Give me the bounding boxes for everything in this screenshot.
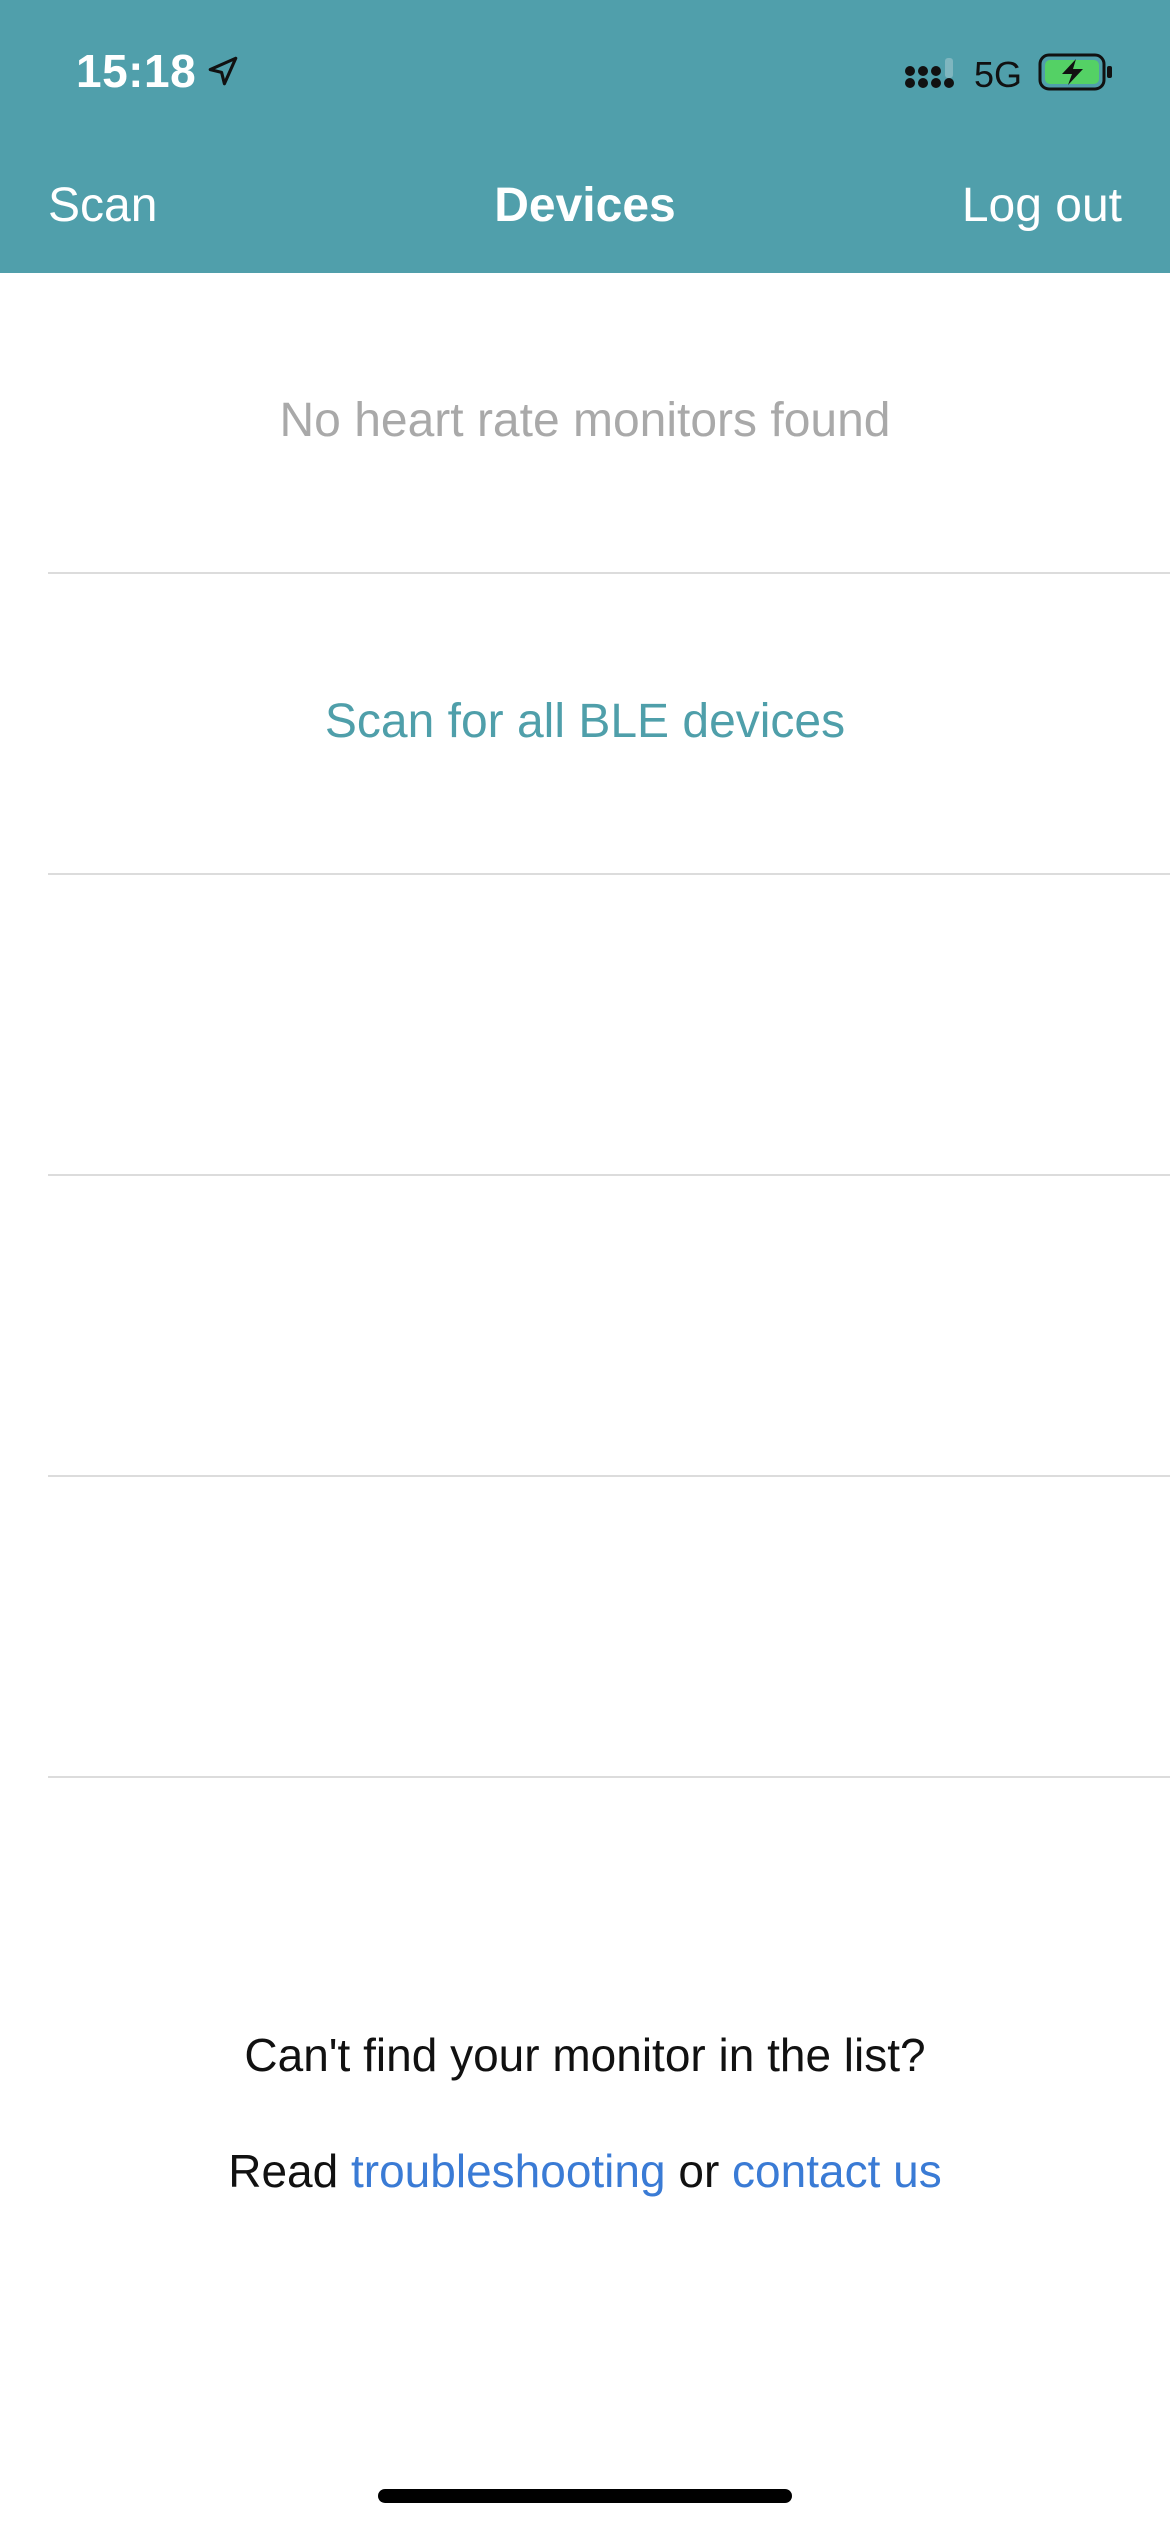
list-item: No heart rate monitors found: [48, 273, 1170, 574]
contact-us-link[interactable]: contact us: [732, 2145, 942, 2197]
status-time: 15:18: [76, 44, 240, 98]
list-item: [48, 1176, 1170, 1477]
or-text: or: [678, 2145, 720, 2197]
scan-all-ble-button[interactable]: Scan for all BLE devices: [0, 694, 1170, 749]
location-arrow-icon: [206, 54, 240, 88]
logout-button[interactable]: Log out: [962, 170, 1122, 242]
troubleshooting-link[interactable]: troubleshooting: [351, 2145, 666, 2197]
read-prefix: Read: [228, 2145, 339, 2197]
list-item: [48, 875, 1170, 1176]
navigation-bar: Scan Devices Log out: [0, 170, 1170, 242]
battery-charging-icon: [1038, 52, 1114, 97]
header-bar: 15:18 5G Scan Devices Log out: [0, 0, 1170, 273]
empty-state-message: No heart rate monitors found: [279, 394, 891, 447]
cellular-signal-icon: [904, 54, 958, 95]
network-type: 5G: [973, 53, 1022, 95]
list-item: [48, 1477, 1170, 1778]
help-links: Read troubleshooting or contact us: [0, 2144, 1170, 2198]
device-list: No heart rate monitors found Scan for al…: [0, 273, 1170, 1778]
home-indicator[interactable]: [378, 2489, 792, 2503]
help-question: Can't find your monitor in the list?: [244, 2029, 926, 2081]
time-text: 15:18: [76, 45, 197, 97]
scan-all-row[interactable]: Scan for all BLE devices: [48, 574, 1170, 875]
status-indicators: 5G: [904, 52, 1114, 97]
